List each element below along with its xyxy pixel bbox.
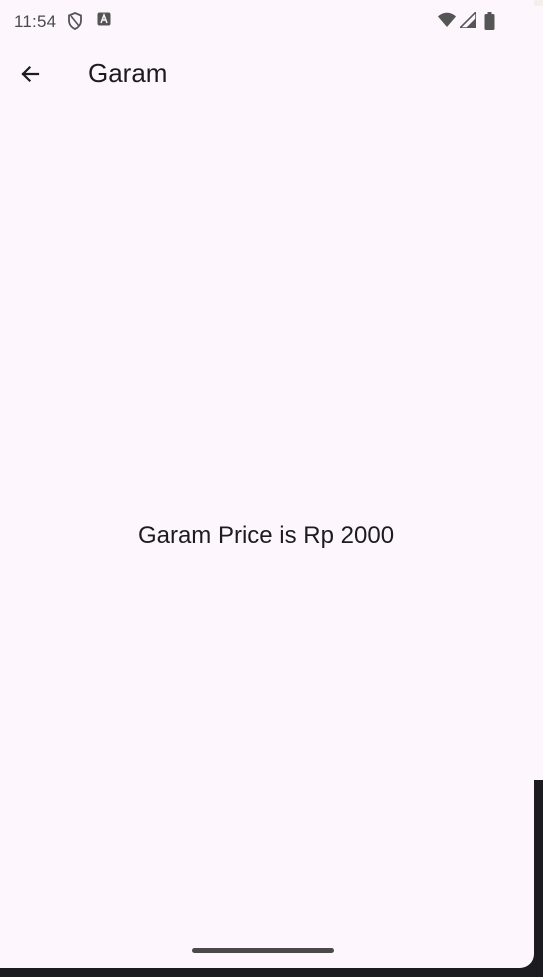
wifi-icon (438, 12, 456, 27)
status-time: 11:54 (14, 12, 57, 31)
price-text: Garam Price is Rp 2000 (137, 522, 395, 549)
phone-screen: 11:54 Garam Garam Price is Rp 2000 (0, 0, 534, 968)
cellular-signal-icon (460, 12, 476, 28)
status-bar: 11:54 (0, 8, 534, 36)
app-notification-icon (97, 12, 111, 26)
arrow-back-icon (18, 62, 42, 86)
screen-edge (534, 6, 543, 780)
app-bar: Garam (0, 44, 534, 104)
home-indicator[interactable] (192, 948, 334, 953)
battery-icon (484, 12, 495, 30)
shield-icon (67, 12, 83, 30)
back-button[interactable] (10, 54, 50, 94)
page-title: Garam (88, 58, 168, 88)
